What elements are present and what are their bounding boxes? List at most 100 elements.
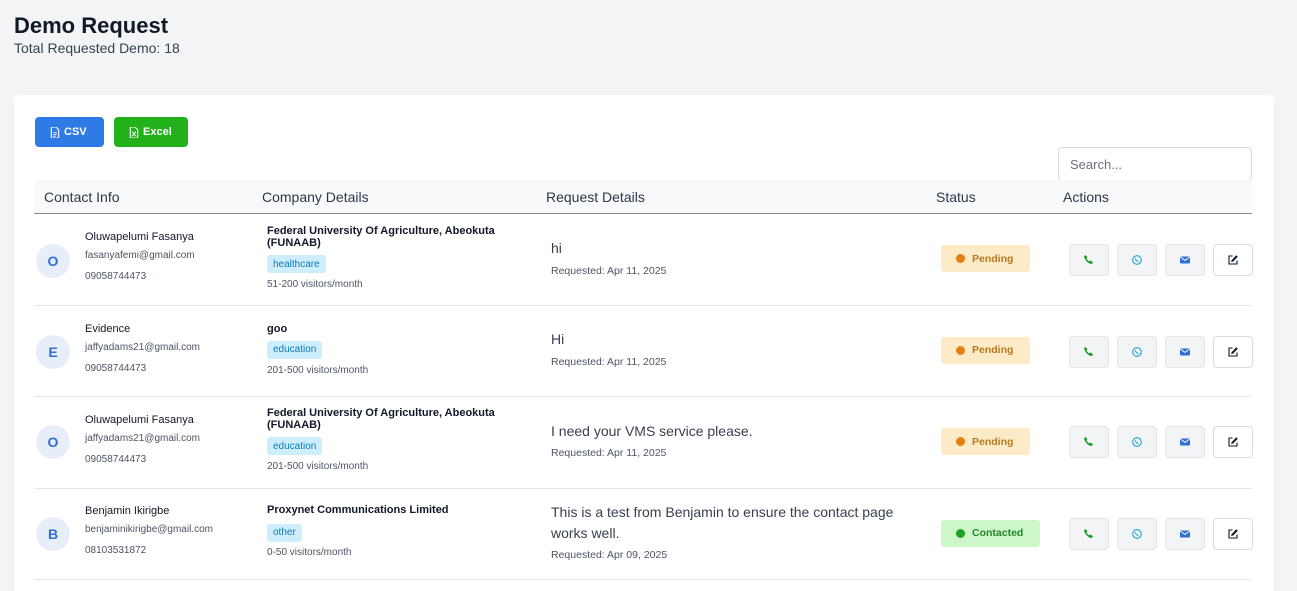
email-button[interactable] [1165,426,1205,458]
visitor-range: 201-500 visitors/month [267,364,369,376]
phone-icon [1084,346,1093,356]
whatsapp-icon [1132,437,1142,447]
contact-email: benjaminikirigbe@gmail.com [85,523,213,535]
edit-button[interactable] [1213,335,1253,368]
edit-icon [1228,528,1238,539]
row-actions [1069,517,1253,550]
search-input[interactable] [1058,147,1252,181]
whatsapp-icon [1132,255,1142,265]
export-bar: CSV Excel [35,117,188,147]
phone-icon [1084,528,1093,538]
status-label: Pending [972,435,1014,448]
row-actions [1069,335,1253,368]
status-dot [956,345,965,355]
avatar: O [36,244,70,278]
visitor-range: 201-500 visitors/month [267,461,369,472]
request-message: I need your VMS service please. [551,423,753,439]
status-dot [956,528,965,538]
envelope-icon [1180,530,1190,537]
envelope-icon [1180,256,1190,264]
request-message: This is a test from Benjamin to ensure t… [551,503,894,541]
status-dot [956,437,965,446]
contact-email: jaffyadams21@gmail.com [85,433,201,444]
call-button[interactable] [1069,517,1109,550]
spreadsheet-icon [129,126,139,138]
phone-icon [1084,255,1093,264]
whatsapp-button[interactable] [1117,335,1157,368]
table-row: E Evidence jaffyadams21@gmail.com 090587… [34,306,1253,397]
request-date: Requested: Apr 11, 2025 [551,447,667,459]
whatsapp-button[interactable] [1117,244,1157,276]
header-request-details: Request Details [546,189,645,205]
header-actions: Actions [1063,189,1109,205]
envelope-icon [1180,438,1190,446]
request-message: Hi [551,330,565,347]
requests-card: CSV Excel Contact Info Company Details R… [14,95,1274,591]
avatar: E [36,334,70,369]
export-excel-button[interactable]: Excel [114,117,188,147]
contact-phone: 09058744473 [85,362,147,374]
contact-email: fasanyafemi@gmail.com [85,250,195,261]
row-actions [1069,244,1253,276]
avatar: B [36,516,70,551]
table-row: O Oluwapelumi Fasanya fasanyafemi@gmail.… [34,214,1253,306]
visitor-range: 51-200 visitors/month [267,279,363,290]
status-badge: Pending [941,336,1030,364]
table-row: O Oluwapelumi Fasanya jaffyadams21@gmail… [34,397,1253,489]
call-button[interactable] [1069,335,1109,368]
edit-button[interactable] [1213,517,1253,550]
email-button[interactable] [1165,244,1205,276]
company-name: Federal University Of Agriculture, Abeok… [267,225,495,249]
contact-phone: 08103531872 [85,544,147,556]
contact-name: Benjamin Ikirigbe [85,504,170,517]
call-button[interactable] [1069,426,1109,458]
contact-name: Oluwapelumi Fasanya [85,231,194,243]
export-csv-button[interactable]: CSV [35,117,104,147]
avatar: O [36,425,70,459]
status-badge: Contacted [941,519,1040,547]
request-date: Requested: Apr 11, 2025 [551,265,667,277]
status-label: Contacted [972,527,1024,539]
email-button[interactable] [1165,335,1205,368]
whatsapp-icon [1132,346,1142,357]
header-contact-info: Contact Info [44,189,120,205]
file-icon [50,126,60,138]
header-status: Status [936,189,976,205]
status-label: Pending [972,344,1014,356]
whatsapp-button[interactable] [1117,426,1157,458]
table-header: Contact Info Company Details Request Det… [34,180,1252,214]
request-date: Requested: Apr 09, 2025 [551,548,668,561]
header-company-details: Company Details [262,189,369,205]
edit-icon [1228,255,1238,265]
csv-label: CSV [64,126,87,138]
page-header: Demo Request Total Requested Demo: 18 [14,12,180,56]
industry-tag: healthcare [267,255,326,273]
whatsapp-button[interactable] [1117,517,1157,550]
request-date: Requested: Apr 11, 2025 [551,355,667,368]
status-badge: Pending [941,428,1030,455]
envelope-icon [1180,348,1190,355]
demo-requests-table: Contact Info Company Details Request Det… [34,180,1253,580]
contact-email: jaffyadams21@gmail.com [85,341,201,353]
contact-phone: 09058744473 [85,271,147,282]
status-badge: Pending [941,245,1030,272]
contact-phone: 09058744473 [85,454,147,465]
edit-icon [1228,346,1238,357]
page-title: Demo Request [14,13,169,38]
whatsapp-icon [1132,528,1142,539]
email-button[interactable] [1165,517,1205,550]
row-actions [1069,426,1253,458]
company-name: goo [267,322,288,335]
company-name: Proxynet Communications Limited [267,503,449,516]
status-dot [956,254,965,263]
call-button[interactable] [1069,244,1109,276]
excel-label: Excel [143,126,172,138]
company-name: Federal University Of Agriculture, Abeok… [267,407,495,431]
status-label: Pending [972,252,1014,265]
edit-button[interactable] [1213,244,1253,276]
contact-name: Oluwapelumi Fasanya [85,414,194,426]
edit-button[interactable] [1213,426,1253,458]
edit-icon [1228,437,1238,447]
visitor-range: 0-50 visitors/month [267,546,352,558]
industry-tag: education [267,340,323,359]
